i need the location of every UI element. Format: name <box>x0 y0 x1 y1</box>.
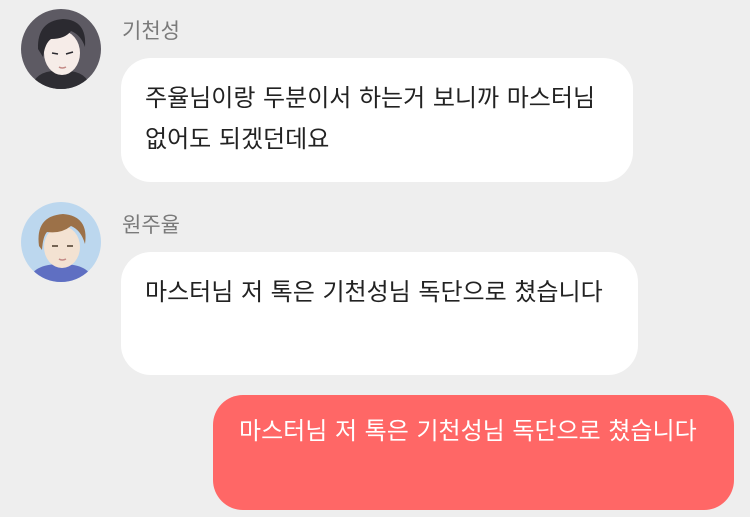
brown-haired-man-avatar-icon <box>21 202 101 282</box>
outgoing-message-bubble[interactable]: 마스터님 저 톡은 기천성님 독단으로 쳤습니다 <box>213 395 734 510</box>
sender-name: 원주율 <box>122 213 180 237</box>
sender-avatar[interactable] <box>21 202 101 282</box>
sender-avatar[interactable] <box>21 9 101 89</box>
incoming-message-bubble[interactable]: 주율님이랑 두분이서 하는거 보니까 마스터님 없어도 되겠던데요 <box>121 58 633 182</box>
dark-haired-man-avatar-icon <box>21 9 101 89</box>
sender-name: 기천성 <box>122 19 180 43</box>
incoming-message-bubble[interactable]: 마스터님 저 톡은 기천성님 독단으로 쳤습니다 <box>121 252 638 375</box>
